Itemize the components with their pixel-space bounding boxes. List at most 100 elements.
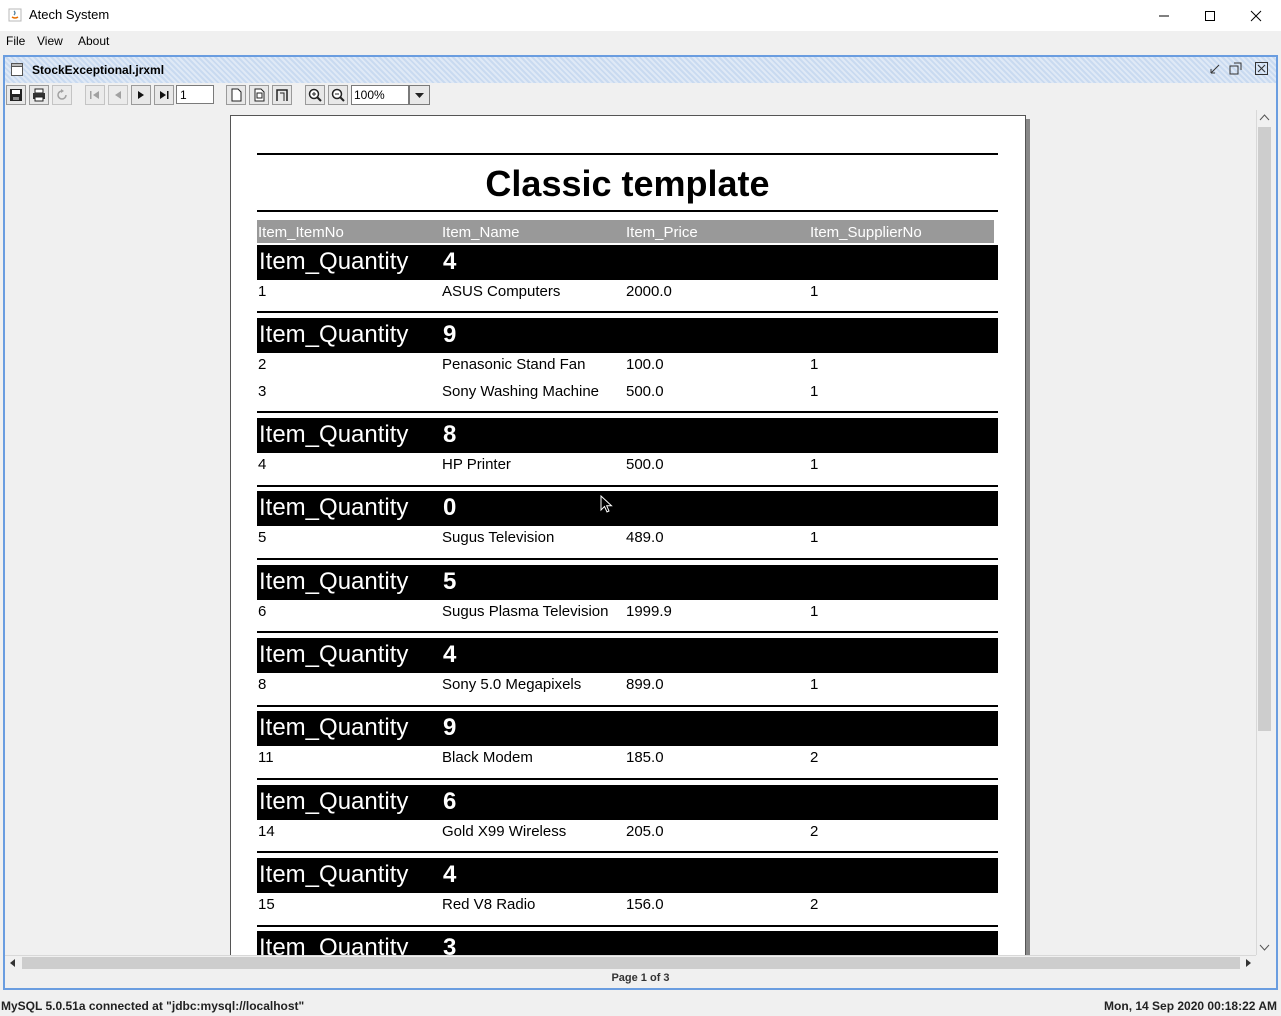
horizontal-scroll-thumb[interactable]: [22, 957, 1240, 969]
group-quantity-value: 9: [443, 714, 457, 741]
mouse-cursor-icon: [600, 495, 613, 513]
cell-supplier-no: 1: [810, 283, 819, 300]
cell-item-name: Penasonic Stand Fan: [442, 356, 586, 373]
report-title: Classic template: [485, 163, 770, 204]
cell-supplier-no: 2: [810, 823, 819, 840]
group-label: Item_Quantity: [259, 494, 409, 521]
cell-item-price: 489.0: [626, 529, 664, 546]
window-title: Atech System: [29, 7, 110, 22]
java-app-icon: [8, 8, 22, 22]
group-quantity-value: 3: [443, 934, 457, 955]
group-quantity-value: 9: [443, 321, 457, 348]
zoom-combo-input[interactable]: [351, 85, 409, 105]
close-button[interactable]: [1233, 0, 1279, 31]
print-button[interactable]: [29, 85, 49, 105]
group-label: Item_Quantity: [259, 568, 409, 595]
fit-page-icon: [254, 88, 265, 102]
cell-item-price: 1999.9: [626, 603, 672, 620]
first-page-icon: [90, 91, 99, 99]
chevron-down-icon: [415, 93, 424, 98]
group-footer-rule: [257, 558, 998, 560]
cell-item-price: 185.0: [626, 749, 664, 766]
group-footer-rule: [257, 851, 998, 853]
zoom-in-button[interactable]: [305, 85, 325, 105]
zoom-out-button[interactable]: [328, 85, 348, 105]
cell-item-no: 11: [258, 749, 274, 766]
group-footer-rule: [257, 778, 998, 780]
menu-bar: [0, 31, 1281, 53]
save-button[interactable]: [6, 85, 26, 105]
previous-page-icon: [115, 91, 121, 99]
cell-item-price: 2000.0: [626, 283, 672, 300]
first-page-button[interactable]: [85, 85, 105, 105]
column-header-item-no: Item_ItemNo: [258, 224, 344, 241]
print-icon: [33, 88, 45, 102]
cell-supplier-no: 2: [810, 896, 819, 913]
reload-button[interactable]: [52, 85, 72, 105]
fit-page-button[interactable]: [249, 85, 269, 105]
status-clock: Mon, 14 Sep 2020 00:18:22 AM: [1104, 999, 1277, 1013]
group-quantity-value: 5: [443, 568, 457, 595]
cell-item-no: 4: [258, 456, 267, 473]
cell-item-no: 5: [258, 529, 267, 546]
cell-supplier-no: 1: [810, 603, 819, 620]
group-label: Item_Quantity: [259, 248, 409, 275]
minimize-button[interactable]: [1141, 0, 1187, 31]
cell-item-no: 1: [258, 283, 267, 300]
cell-item-price: 500.0: [626, 456, 664, 473]
restore-frame-icon[interactable]: [1228, 61, 1243, 76]
group-label: Item_Quantity: [259, 421, 409, 448]
cell-item-name: ASUS Computers: [442, 283, 561, 300]
page-number-input[interactable]: [176, 85, 214, 104]
group-quantity-value: 0: [443, 494, 457, 521]
group-label: Item_Quantity: [259, 788, 409, 815]
group-quantity-value: 4: [443, 641, 457, 668]
reload-icon: [57, 89, 67, 100]
save-icon: [10, 89, 22, 101]
group-label: Item_Quantity: [259, 714, 409, 741]
frame-title: StockExceptional.jrxml: [32, 63, 165, 77]
window-title-bar[interactable]: [0, 0, 1281, 31]
group-quantity-value: 4: [443, 248, 457, 275]
cell-item-price: 100.0: [626, 356, 664, 373]
close-frame-icon[interactable]: [1254, 61, 1269, 76]
close-icon: [1250, 10, 1262, 21]
cell-item-name: Gold X99 Wireless: [442, 823, 567, 840]
group-label: Item_Quantity: [259, 934, 409, 955]
maximize-button[interactable]: [1187, 0, 1233, 31]
scroll-left-icon[interactable]: [7, 957, 19, 969]
cell-item-no: 6: [258, 603, 267, 620]
menu-view[interactable]: View: [37, 34, 63, 48]
previous-page-button[interactable]: [108, 85, 128, 105]
cell-item-name: Sony Washing Machine: [442, 383, 600, 400]
scroll-right-icon[interactable]: [1242, 957, 1254, 969]
scroll-up-icon[interactable]: [1258, 112, 1271, 124]
cell-item-price: 156.0: [626, 896, 664, 913]
group-label: Item_Quantity: [259, 861, 409, 888]
fit-width-icon: [276, 89, 288, 101]
column-header-item-name: Item_Name: [442, 224, 520, 241]
cell-item-name: Sugus Television: [442, 529, 555, 546]
cell-item-name: Red V8 Radio: [442, 896, 536, 913]
zoom-in-icon: [308, 88, 322, 102]
actual-size-button[interactable]: [226, 85, 246, 105]
last-page-button[interactable]: [154, 85, 174, 105]
zoom-dropdown-button[interactable]: [409, 85, 430, 105]
fit-width-button[interactable]: [272, 85, 292, 105]
scroll-down-icon[interactable]: [1258, 941, 1271, 953]
db-connection-status: MySQL 5.0.51a connected at "jdbc:mysql:/…: [1, 999, 305, 1013]
menu-about[interactable]: About: [78, 34, 109, 48]
cell-item-name: Sony 5.0 Megapixels: [442, 676, 582, 693]
group-footer-rule: [257, 485, 998, 487]
cell-supplier-no: 1: [810, 676, 819, 693]
menu-file[interactable]: File: [6, 34, 25, 48]
group-quantity-value: 8: [443, 421, 457, 448]
cell-item-no: 15: [258, 896, 275, 913]
vertical-scroll-thumb[interactable]: [1258, 127, 1271, 731]
group-footer-rule: [257, 705, 998, 707]
next-page-icon: [138, 91, 144, 99]
next-page-button[interactable]: [131, 85, 151, 105]
cell-supplier-no: 1: [810, 529, 819, 546]
iconify-icon[interactable]: [1208, 61, 1223, 76]
frame-title-bar[interactable]: [5, 57, 1276, 83]
